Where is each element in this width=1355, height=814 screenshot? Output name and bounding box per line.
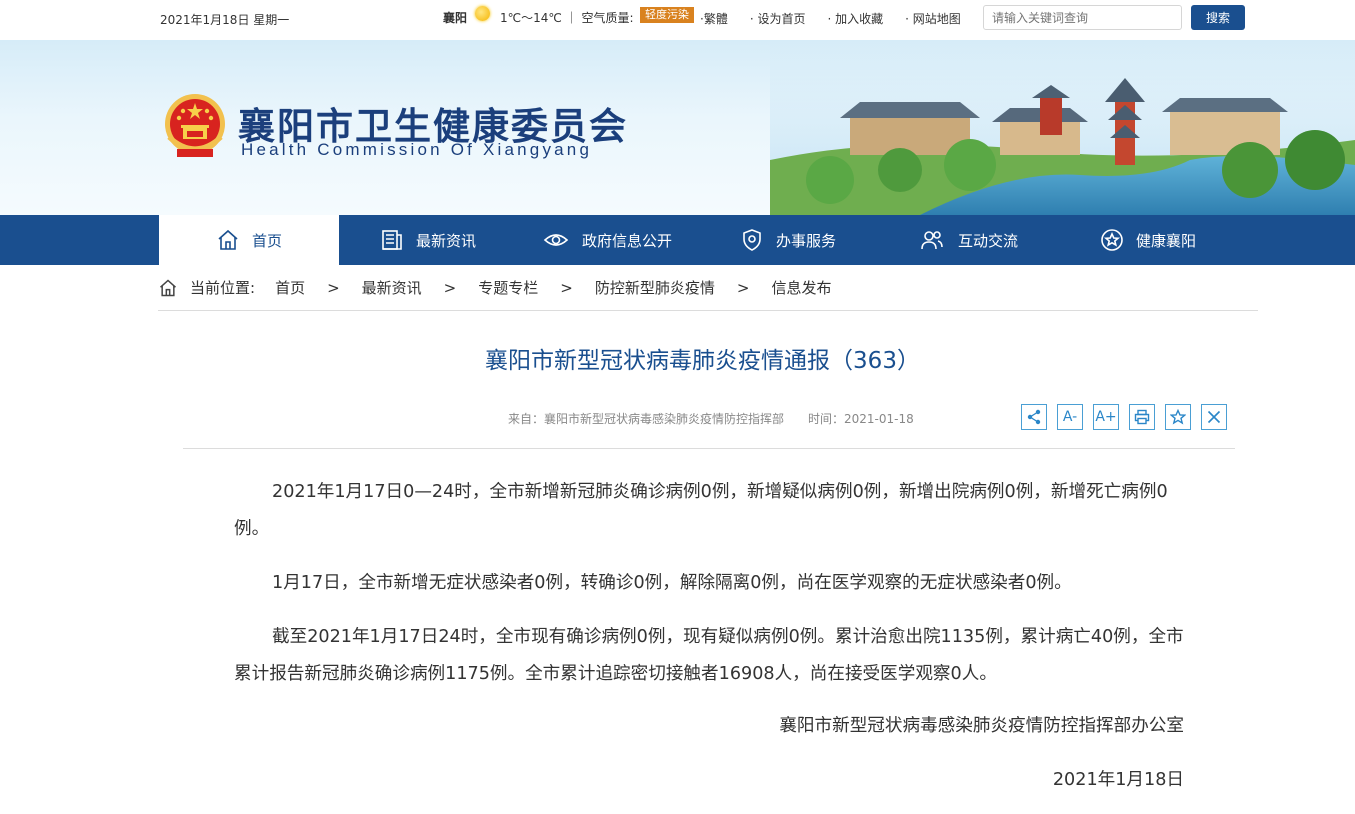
- font-larger-icon[interactable]: A+: [1093, 404, 1119, 430]
- shield-icon: [743, 229, 761, 251]
- current-date: 2021年1月18日 星期一: [160, 13, 290, 27]
- article-divider: [183, 448, 1235, 449]
- site-banner: 襄阳市卫生健康委员会 Health Commission Of Xiangyan…: [0, 40, 1355, 215]
- print-icon[interactable]: [1129, 404, 1155, 430]
- home-icon: [160, 278, 176, 296]
- nav-item-interaction[interactable]: 互动交流: [918, 215, 1018, 265]
- breadcrumb-info-release[interactable]: 信息发布: [771, 277, 831, 298]
- national-emblem-icon: [165, 94, 225, 157]
- nav-item-label: 政府信息公开: [582, 231, 673, 250]
- breadcrumb-divider: [158, 310, 1258, 311]
- article-source: 来自：襄阳市新型冠状病毒感染肺炎疫情防控指挥部: [508, 412, 785, 426]
- breadcrumb-separator: >: [560, 278, 573, 297]
- breadcrumb: 当前位置: 首页 > 最新资讯 > 专题专栏 > 防控新型肺炎疫情 > 信息发布: [158, 277, 831, 298]
- nav-item-gov-info[interactable]: 政府信息公开: [542, 215, 672, 265]
- breadcrumb-separator: >: [327, 278, 340, 297]
- search-input[interactable]: [983, 5, 1182, 30]
- font-smaller-icon[interactable]: A-: [1057, 404, 1083, 430]
- article-paragraph: 截至2021年1月17日24时，全市现有确诊病例0例，现有疑似病例0例。累计治愈…: [234, 627, 1184, 684]
- article-toolbar: A- A+: [1021, 404, 1237, 430]
- breadcrumb-home[interactable]: 首页: [275, 277, 305, 298]
- traditional-chinese-link[interactable]: ·繁體: [700, 10, 728, 27]
- nav-item-label: 最新资讯: [416, 231, 477, 250]
- article-signature: 襄阳市新型冠状病毒感染肺炎疫情防控指挥部办公室: [779, 716, 1184, 736]
- breadcrumb-latest-news[interactable]: 最新资讯: [362, 277, 422, 298]
- close-icon[interactable]: [1201, 404, 1227, 430]
- top-links: ·繁體 · 设为首页 · 加入收藏 · 网站地图: [700, 10, 983, 27]
- article-time: 时间：2021-01-18: [808, 412, 914, 426]
- ancient-city-scenery-image: [770, 40, 1355, 215]
- article-paragraph: 1月17日，全市新增无症状感染者0例，转确诊0例，解除隔离0例，尚在医学观察的无…: [272, 573, 1072, 593]
- article-meta: 来自：襄阳市新型冠状病毒感染肺炎疫情防控指挥部 时间：2021-01-18: [508, 410, 914, 427]
- nav-item-label: 办事服务: [776, 231, 837, 250]
- sun-icon: [475, 6, 490, 21]
- weather-city: 襄阳: [443, 11, 468, 25]
- nav-item-latest-news[interactable]: 最新资讯: [380, 215, 476, 265]
- sitemap-link[interactable]: · 网站地图: [905, 10, 961, 27]
- nav-item-label: 健康襄阳: [1136, 231, 1197, 250]
- article-body: 2021年1月17日0—24时，全市新增新冠肺炎确诊病例0例，新增疑似病例0例，…: [234, 474, 1184, 710]
- set-homepage-link[interactable]: · 设为首页: [750, 10, 806, 27]
- add-favorite-link[interactable]: · 加入收藏: [827, 10, 883, 27]
- breadcrumb-epidemic-prevention[interactable]: 防控新型肺炎疫情: [595, 277, 715, 298]
- article-signature-date: 2021年1月18日: [1052, 770, 1184, 790]
- share-icon[interactable]: [1021, 404, 1047, 430]
- home-icon: [218, 229, 238, 250]
- site-subtitle: Health Commission Of Xiangyang: [241, 140, 593, 159]
- air-quality-badge: 轻度污染: [640, 7, 694, 23]
- nav-item-services[interactable]: 办事服务: [740, 215, 836, 265]
- breadcrumb-separator: >: [736, 278, 750, 297]
- favorite-icon[interactable]: [1165, 404, 1191, 430]
- breadcrumb-separator: >: [443, 278, 457, 297]
- main-nav: 首页 最新资讯 政府信息公开 办事服务 互动交流 健康襄阳: [0, 215, 1355, 265]
- top-bar: 2021年1月18日 星期一 襄阳 1℃～14℃ ｜ 空气质量: 轻度污染 ·繁…: [0, 0, 1355, 36]
- breadcrumb-prefix: 当前位置:: [190, 279, 256, 297]
- nav-item-home[interactable]: 首页: [159, 215, 339, 265]
- people-icon: [921, 231, 943, 250]
- font-smaller-label: A-: [1062, 409, 1078, 425]
- article-paragraph: 2021年1月17日0—24时，全市新增新冠肺炎确诊病例0例，新增疑似病例0例，…: [234, 482, 1168, 539]
- nav-item-label: 首页: [251, 231, 282, 250]
- nav-item-healthy-xiangyang[interactable]: 健康襄阳: [1100, 215, 1196, 265]
- breadcrumb-special-topics[interactable]: 专题专栏: [478, 277, 538, 298]
- nav-item-label: 互动交流: [958, 231, 1019, 250]
- eye-icon: [543, 234, 569, 246]
- weather-temperature: 1℃～14℃ ｜ 空气质量:: [500, 11, 634, 25]
- search-button[interactable]: 搜索: [1191, 5, 1245, 30]
- article-title: 襄阳市新型冠状病毒肺炎疫情通报（363）: [485, 348, 920, 374]
- star-icon: [1101, 229, 1123, 251]
- font-larger-label: A+: [1095, 409, 1117, 425]
- news-icon: [382, 230, 402, 250]
